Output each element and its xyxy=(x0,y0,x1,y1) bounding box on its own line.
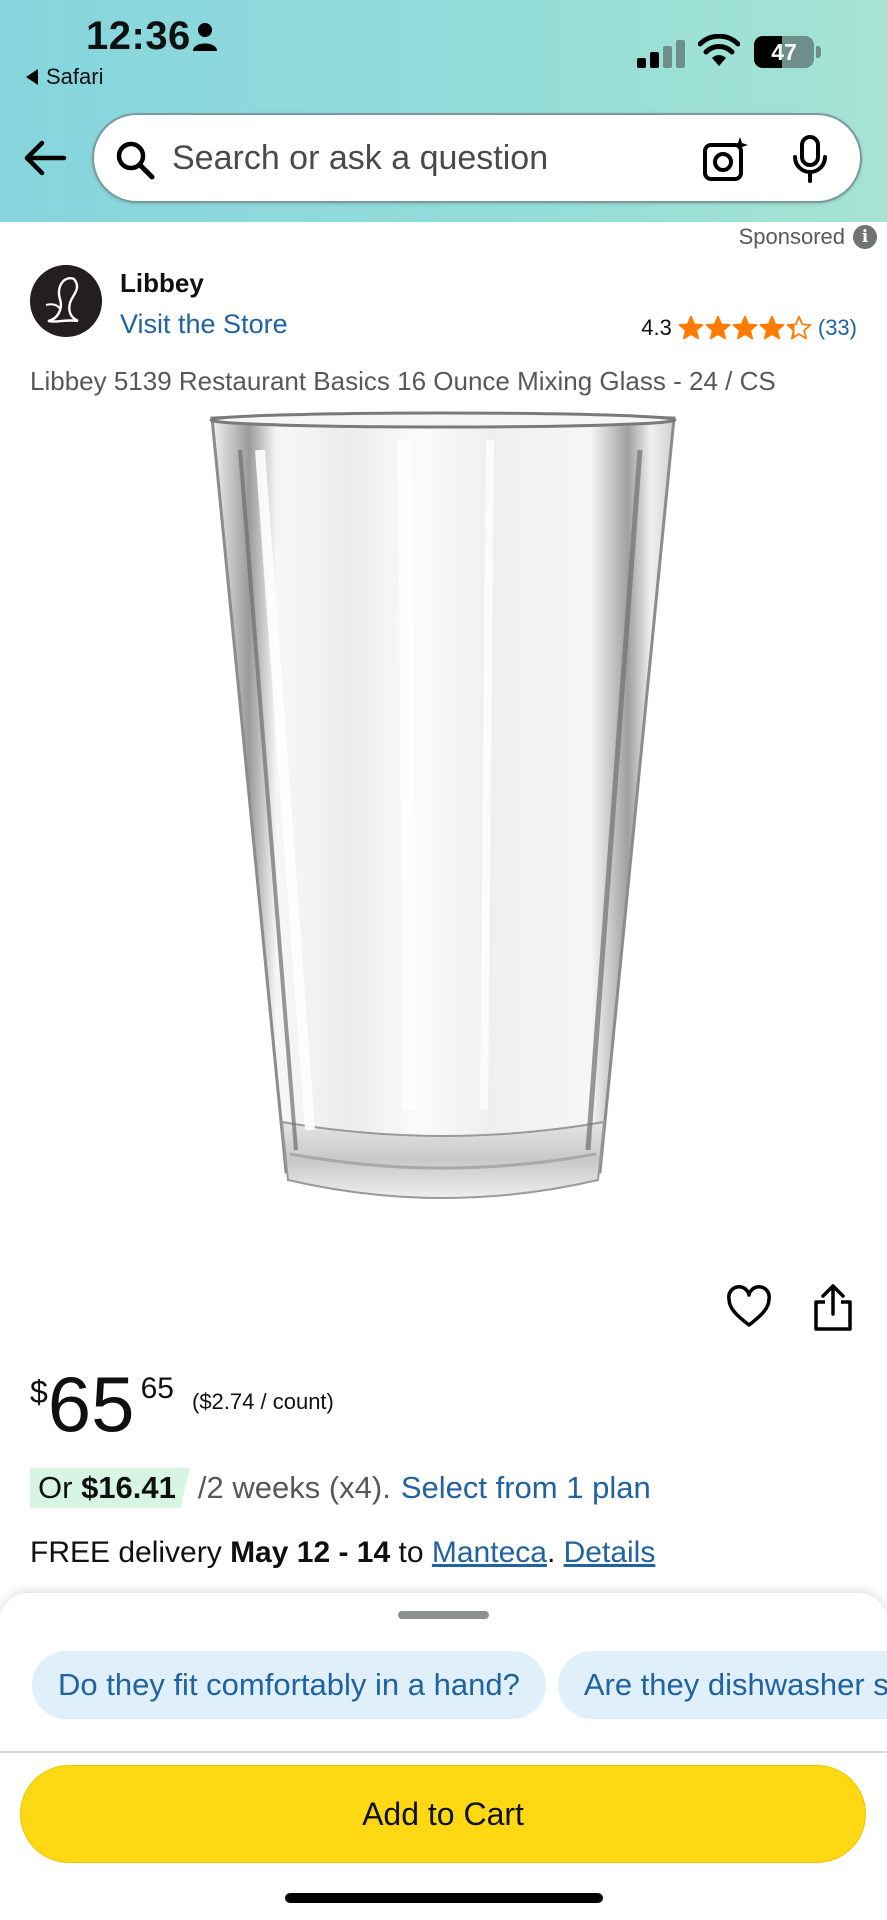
sponsored-text: Sponsored xyxy=(738,224,845,249)
installment-amount: $16.41 xyxy=(81,1470,176,1505)
brand-logo[interactable] xyxy=(30,265,102,337)
price-currency: $ xyxy=(30,1374,48,1410)
battery-tip xyxy=(816,46,821,58)
product-rating[interactable]: 4.3 (33) xyxy=(641,315,857,341)
cellular-signal-icon xyxy=(637,40,685,68)
product-image[interactable] xyxy=(200,410,686,1226)
search-input[interactable]: Search or ask a question xyxy=(172,139,548,178)
installment-or: Or xyxy=(38,1470,73,1505)
share-icon[interactable] xyxy=(812,1284,854,1332)
question-chip[interactable]: Are they dishwasher safe? xyxy=(557,1651,887,1719)
microphone-icon[interactable] xyxy=(792,135,828,183)
brand-name: Libbey xyxy=(120,268,204,298)
installment-amount-badge: Or $16.41 xyxy=(30,1468,190,1508)
product-price: $ 65 65 xyxy=(30,1362,174,1446)
delivery-free: FREE delivery xyxy=(30,1536,222,1569)
rating-score: 4.3 xyxy=(641,315,672,340)
arrow-left-icon[interactable] xyxy=(22,135,68,181)
sponsored-label[interactable]: Sponsored i xyxy=(739,224,877,250)
delivery-details-link[interactable]: Details xyxy=(564,1536,656,1569)
back-triangle-icon xyxy=(26,69,38,85)
search-bar[interactable]: Search or ask a question xyxy=(92,113,862,203)
star-icon xyxy=(759,315,785,340)
star-icon xyxy=(678,315,704,340)
bottom-sheet: Do they fit comfortably in a hand? Are th… xyxy=(0,1593,887,1920)
camera-sparkle-icon[interactable] xyxy=(702,137,748,183)
heart-icon[interactable] xyxy=(726,1284,772,1330)
rating-count[interactable]: (33) xyxy=(818,315,857,341)
back-app-label: Safari xyxy=(46,64,104,89)
search-icon xyxy=(116,141,155,180)
delivery-info: FREE delivery May 12 - 14 to Manteca. De… xyxy=(30,1536,655,1570)
star-icon xyxy=(786,315,812,340)
delivery-period: . xyxy=(546,1536,556,1569)
visit-store-link[interactable]: Visit the Store xyxy=(120,309,288,340)
back-to-safari[interactable]: Safari xyxy=(26,64,103,90)
delivery-to: to xyxy=(398,1536,424,1569)
installment-terms: /2 weeks (x4). xyxy=(197,1470,391,1505)
delivery-location-link[interactable]: Manteca xyxy=(432,1536,547,1569)
add-to-cart-button[interactable]: Add to Cart xyxy=(20,1765,866,1863)
price-fraction: 65 xyxy=(140,1372,174,1405)
installment-offer: Or $16.41 /2 weeks (x4). Select from 1 p… xyxy=(30,1468,651,1508)
info-icon[interactable]: i xyxy=(853,225,877,249)
select-plan-link[interactable]: Select from 1 plan xyxy=(401,1470,651,1506)
battery-indicator: 47 xyxy=(754,36,822,68)
question-chip[interactable]: Do they fit comfortably in a hand? xyxy=(32,1651,546,1719)
unit-price: ($2.74 / count) xyxy=(192,1389,334,1414)
sheet-drag-handle[interactable] xyxy=(398,1611,489,1619)
price-whole: 65 xyxy=(47,1360,135,1448)
app-header: 12:36 Safari 47 Search or ask a question xyxy=(0,0,887,222)
suggested-questions: Do they fit comfortably in a hand? Are th… xyxy=(32,1651,887,1719)
star-icon xyxy=(705,315,731,340)
divider xyxy=(0,1751,887,1753)
battery-percent: 47 xyxy=(771,39,797,65)
status-time: 12:36 xyxy=(86,14,191,58)
product-title: Libbey 5139 Restaurant Basics 16 Ounce M… xyxy=(30,366,776,396)
wifi-icon xyxy=(698,34,740,66)
person-icon xyxy=(193,23,217,51)
home-indicator[interactable] xyxy=(285,1893,603,1903)
star-icon xyxy=(732,315,758,340)
rating-stars xyxy=(678,315,812,341)
delivery-dates: May 12 - 14 xyxy=(230,1536,391,1569)
